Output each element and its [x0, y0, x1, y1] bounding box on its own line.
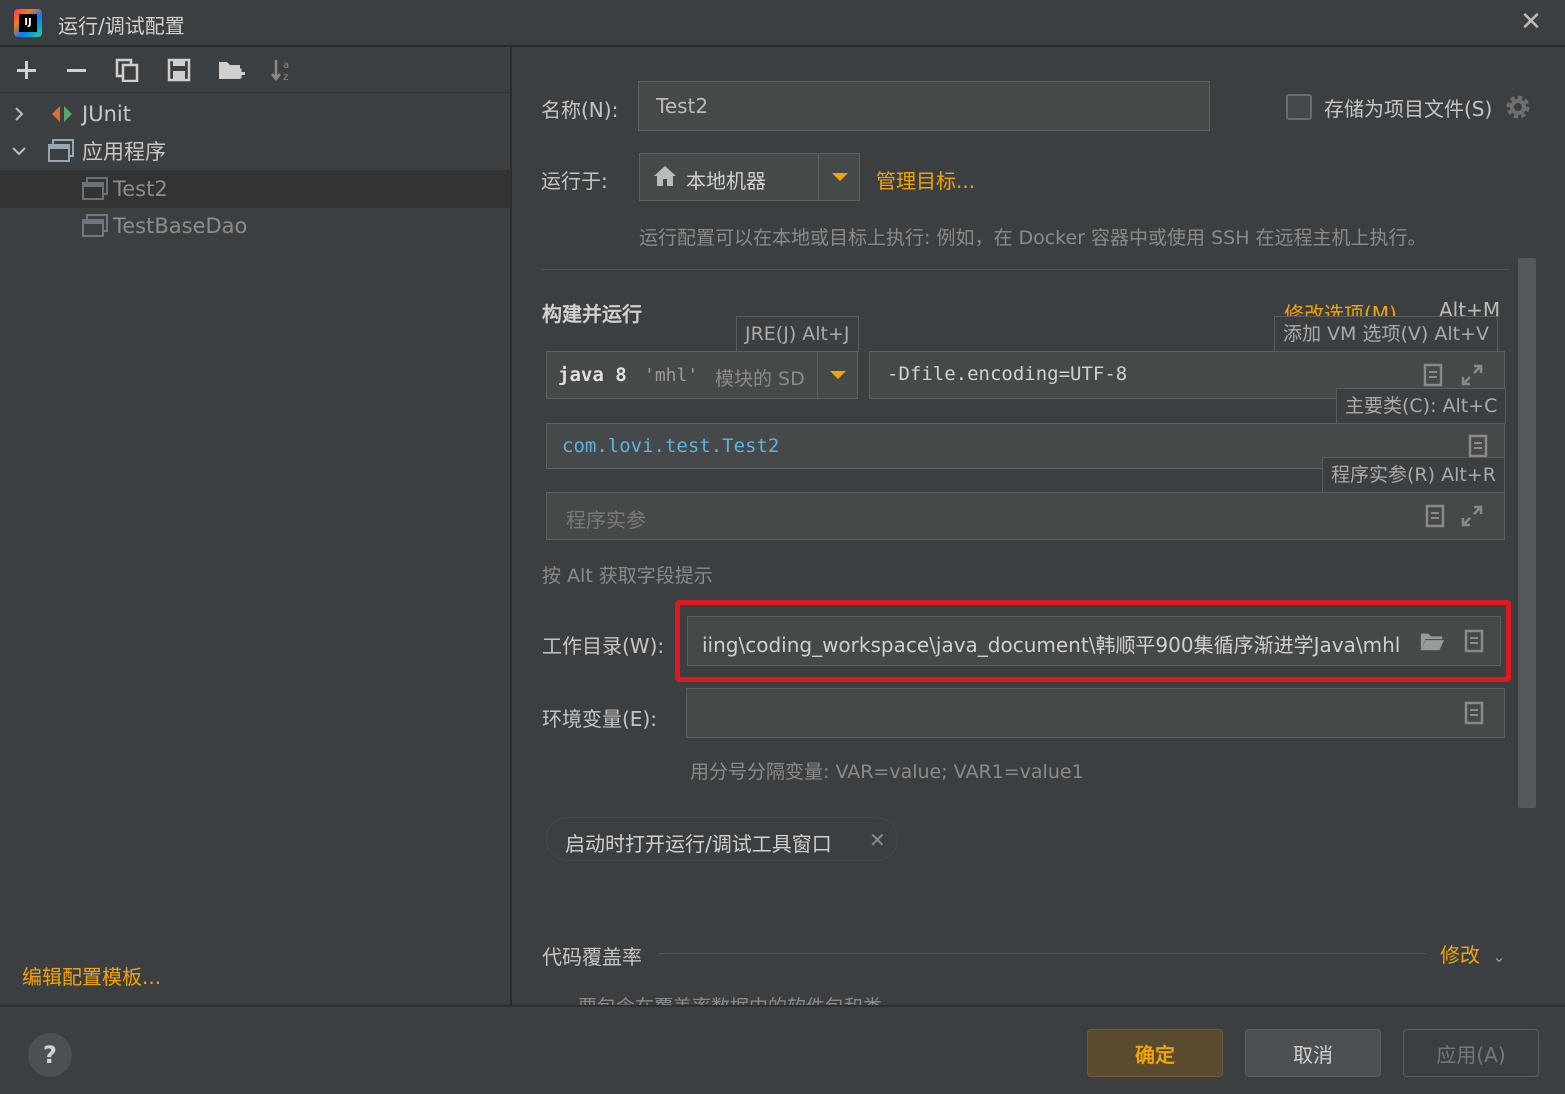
env-vars-hint: 用分号分隔变量: VAR=value; VAR1=value1 [690, 761, 1084, 783]
jre-module: 'mhl' [644, 365, 699, 386]
window-title: 运行/调试配置 [58, 14, 185, 38]
config-toolbar: az [0, 47, 511, 93]
vm-options-tooltip: 添加 VM 选项(V) Alt+V [1274, 316, 1498, 352]
open-tool-window-chip[interactable]: 启动时打开运行/调试工具窗口 ✕ [546, 817, 898, 861]
alt-hint: 按 Alt 获取字段提示 [542, 565, 713, 587]
expand-icon[interactable] [1459, 503, 1485, 529]
application-icon [82, 214, 108, 243]
tree-item-junit[interactable]: JUnit [0, 95, 511, 133]
tree-item-label: TestBaseDao [113, 214, 248, 238]
store-as-project-file-label: 存储为项目文件(S) [1324, 97, 1493, 121]
name-input[interactable]: Test2 [638, 81, 1210, 131]
tree-item-application[interactable]: 应用程序 [0, 132, 511, 170]
run-on-label: 运行于: [541, 169, 608, 193]
junit-icon [50, 104, 74, 129]
svg-text:z: z [283, 72, 288, 83]
coverage-partial-text: 要包含在覆盖率数据中的软件包和类 [578, 996, 882, 1005]
coverage-modify-link[interactable]: 修改 ⌄ [1440, 939, 1506, 968]
program-args-input[interactable]: 程序实参 [546, 492, 1505, 540]
close-icon[interactable]: ✕ [869, 828, 886, 852]
dropdown-arrow-icon[interactable] [817, 352, 857, 398]
help-button[interactable]: ? [28, 1033, 72, 1077]
jre-select[interactable]: java 8 'mhl' 模块的 SD [546, 351, 858, 399]
jre-suffix: 模块的 SD [715, 368, 805, 390]
divider [541, 269, 1509, 270]
gear-icon[interactable] [1504, 93, 1532, 126]
run-on-hint: 运行配置可以在本地或目标上执行: 例如，在 Docker 容器中或使用 SSH … [639, 227, 1427, 249]
section-build-run: 构建并运行 [542, 302, 642, 326]
edit-templates-link[interactable]: 编辑配置模板... [22, 961, 161, 990]
chevron-right-icon[interactable] [9, 104, 29, 124]
store-as-project-file-checkbox[interactable] [1286, 94, 1312, 120]
env-vars-input[interactable] [686, 688, 1505, 738]
program-args-tooltip: 程序实参(R) Alt+R [1322, 457, 1505, 493]
workdir-input[interactable]: iing\coding_workspace\java_document\韩顺平9… [687, 616, 1501, 666]
svg-text:a: a [283, 60, 289, 71]
chevron-down-icon: ⌄ [1492, 947, 1506, 966]
copy-icon[interactable] [111, 54, 143, 86]
application-icon [82, 177, 108, 206]
jre-tooltip: JRE(J) Alt+J [736, 316, 859, 352]
scrollbar-thumb[interactable] [1518, 258, 1536, 808]
document-icon[interactable] [1420, 362, 1446, 388]
tree-item-testbasedao[interactable]: TestBaseDao [0, 207, 511, 245]
coverage-label: 代码覆盖率 [542, 945, 642, 969]
workdir-label: 工作目录(W): [542, 634, 665, 658]
config-form-panel: 名称(N): Test2 存储为项目文件(S) 运行于: 本地机器 管理目标..… [512, 47, 1565, 1005]
folder-add-icon[interactable] [215, 54, 247, 86]
run-on-select[interactable]: 本地机器 [639, 153, 860, 201]
intellij-logo-text: IJ [19, 14, 37, 32]
cancel-button[interactable]: 取消 [1245, 1029, 1381, 1077]
dialog-button-bar: ? 确定 取消 应用(A) [0, 1006, 1565, 1094]
divider [658, 953, 1426, 954]
tree-item-label: Test2 [113, 177, 168, 201]
add-icon[interactable] [10, 54, 42, 86]
save-icon[interactable] [163, 54, 195, 86]
config-tree-panel: az JUnit 应用程序 Test2 TestBaseDao 编辑配置模板.. [0, 47, 511, 1005]
folder-open-icon[interactable] [1419, 628, 1445, 654]
close-icon[interactable]: ✕ [1516, 6, 1546, 38]
env-vars-label: 环境变量(E): [542, 707, 657, 731]
sort-icon[interactable]: az [266, 54, 298, 86]
expand-icon[interactable] [1459, 362, 1485, 388]
tree-item-test2[interactable]: Test2 [0, 170, 511, 208]
home-icon [652, 164, 678, 193]
apply-button[interactable]: 应用(A) [1403, 1029, 1539, 1077]
tree-item-label: JUnit [82, 102, 131, 126]
coverage-modify-label: 修改 [1440, 943, 1480, 967]
tree-item-label: 应用程序 [82, 140, 166, 164]
document-icon[interactable] [1461, 628, 1487, 654]
document-icon[interactable] [1465, 433, 1491, 459]
ok-button[interactable]: 确定 [1087, 1029, 1223, 1077]
name-label: 名称(N): [541, 98, 619, 122]
application-icon [48, 139, 74, 168]
document-icon[interactable] [1422, 503, 1448, 529]
title-bar: IJ 运行/调试配置 ✕ [0, 0, 1565, 46]
remove-icon[interactable] [60, 54, 92, 86]
jre-value: java 8 [558, 364, 627, 386]
chevron-down-icon[interactable] [9, 141, 29, 161]
document-icon[interactable] [1461, 700, 1487, 726]
main-class-tooltip: 主要类(C): Alt+C [1336, 388, 1507, 424]
chip-label: 启动时打开运行/调试工具窗口 [565, 832, 832, 856]
dropdown-arrow-icon[interactable] [818, 154, 860, 200]
manage-targets-link[interactable]: 管理目标... [876, 165, 975, 194]
